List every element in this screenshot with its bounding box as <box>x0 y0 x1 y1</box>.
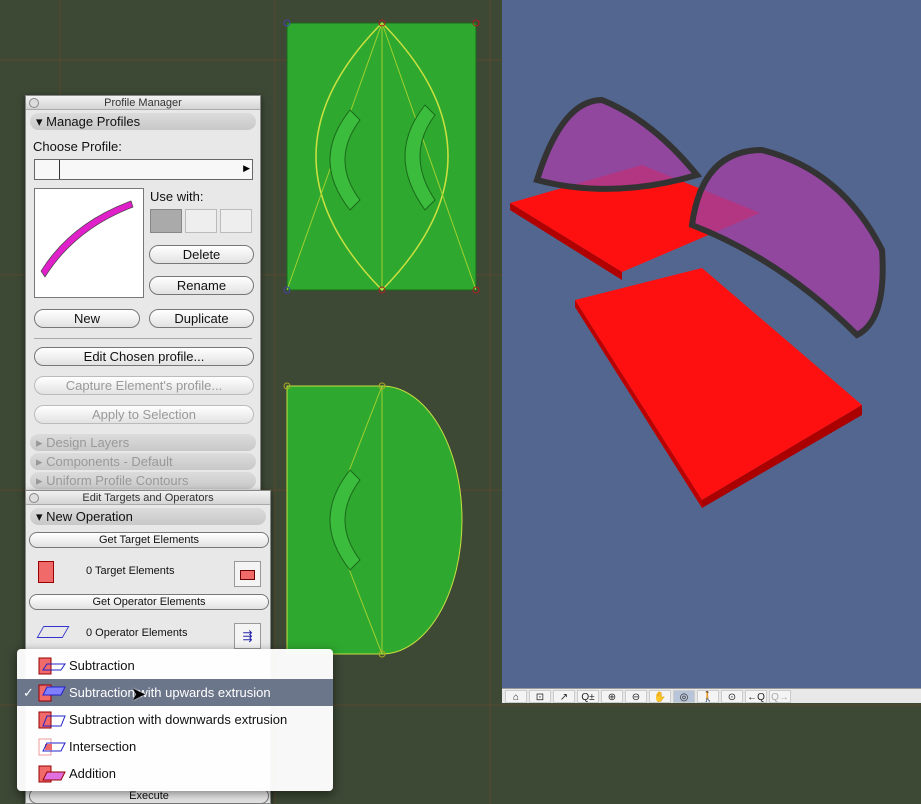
plan-element-bottom[interactable] <box>283 382 463 658</box>
capture-profile-button: Capture Element's profile... <box>34 376 254 395</box>
use-with-column-icon[interactable] <box>220 209 252 233</box>
section-uniform-contours[interactable]: ▸ Uniform Profile Contours <box>30 472 256 489</box>
zoom-out-icon[interactable]: ⊖ <box>625 690 647 703</box>
next-view-icon[interactable]: Q→ <box>769 690 791 703</box>
operation-type-menu: Subtraction ✓ Subtraction with upwards ex… <box>17 649 333 791</box>
checkmark-icon: ✓ <box>23 685 34 700</box>
choose-profile-label: Choose Profile: <box>33 139 122 154</box>
zoom-plus-minus-icon[interactable]: Q± <box>577 690 599 703</box>
3d-toolbar: ⌂ ⊡ ↗ Q± ⊕ ⊖ ✋ ◎ 🚶 ⊙ ←Q Q→ <box>502 688 921 703</box>
palette-title: Profile Manager <box>104 97 182 109</box>
target-elements-icon <box>38 561 54 583</box>
select-targets-icon[interactable] <box>234 561 261 587</box>
plan-element-top[interactable] <box>283 19 480 294</box>
duplicate-button[interactable]: Duplicate <box>149 309 254 328</box>
new-button[interactable]: New <box>34 309 140 328</box>
profile-manager-palette: Profile Manager ▾ Manage Profiles Choose… <box>25 95 261 495</box>
edit-chosen-profile-button[interactable]: Edit Chosen profile... <box>34 347 254 366</box>
select-operators-icon[interactable]: ⇶ <box>234 623 261 649</box>
section-new-operation[interactable]: ▾ New Operation <box>30 508 266 525</box>
3d-view[interactable] <box>502 0 921 688</box>
section-manage-profiles[interactable]: ▾ Manage Profiles <box>30 113 256 130</box>
profile-preview <box>34 188 144 298</box>
menu-item-subtraction-downwards[interactable]: Subtraction with downwards extrusion <box>17 706 333 733</box>
explore-icon[interactable]: ↗ <box>553 690 575 703</box>
menu-item-subtraction-upwards[interactable]: ✓ Subtraction with upwards extrusion <box>17 679 333 706</box>
dropdown-arrow-icon: ▶ <box>243 163 250 173</box>
menu-item-intersection[interactable]: Intersection <box>17 733 333 760</box>
close-icon[interactable] <box>29 493 39 503</box>
rename-button[interactable]: Rename <box>149 276 254 295</box>
apply-to-selection-button: Apply to Selection <box>34 405 254 424</box>
mouse-cursor-icon: ➤ <box>131 684 147 704</box>
use-with-wall-icon[interactable] <box>150 209 182 233</box>
shell-left <box>533 96 703 192</box>
floor-plan-icon[interactable]: ⌂ <box>505 690 527 703</box>
menu-item-addition[interactable]: Addition <box>17 760 333 787</box>
section-design-layers[interactable]: ▸ Design Layers <box>30 434 256 451</box>
delete-button[interactable]: Delete <box>149 245 254 264</box>
zoom-in-icon[interactable]: ⊕ <box>601 690 623 703</box>
close-icon[interactable] <box>29 98 39 108</box>
section-label: New Operation <box>46 509 133 524</box>
subtraction-icon <box>37 656 67 676</box>
previous-view-icon[interactable]: ←Q <box>745 690 767 703</box>
get-target-elements-button[interactable]: Get Target Elements <box>29 532 269 548</box>
target-count: 0 Target Elements <box>86 565 175 577</box>
palette-title-bar[interactable]: Profile Manager <box>26 96 260 110</box>
intersection-icon <box>37 737 67 757</box>
get-operator-elements-button[interactable]: Get Operator Elements <box>29 594 269 610</box>
divider <box>34 338 252 339</box>
pan-hand-icon[interactable]: ✋ <box>649 690 671 703</box>
fit-icon[interactable]: ⊙ <box>721 690 743 703</box>
zoom-window-icon[interactable]: ⊡ <box>529 690 551 703</box>
use-with-beam-icon[interactable] <box>185 209 217 233</box>
subtraction-upwards-icon <box>37 683 67 703</box>
palette-title: Edit Targets and Operators <box>82 492 214 504</box>
orbit-icon[interactable]: ◎ <box>673 690 695 703</box>
palette-title-bar[interactable]: Edit Targets and Operators <box>26 491 270 505</box>
subtraction-downwards-icon <box>37 710 67 730</box>
menu-item-subtraction[interactable]: Subtraction <box>17 652 333 679</box>
operator-count: 0 Operator Elements <box>86 627 188 639</box>
operator-elements-icon <box>36 626 70 638</box>
section-components[interactable]: ▸ Components - Default <box>30 453 256 470</box>
walk-icon[interactable]: 🚶 <box>697 690 719 703</box>
use-with-label: Use with: <box>150 189 204 204</box>
section-label: Manage Profiles <box>46 114 141 129</box>
addition-icon <box>37 764 67 784</box>
choose-profile-dropdown[interactable]: ▶ <box>34 159 253 180</box>
